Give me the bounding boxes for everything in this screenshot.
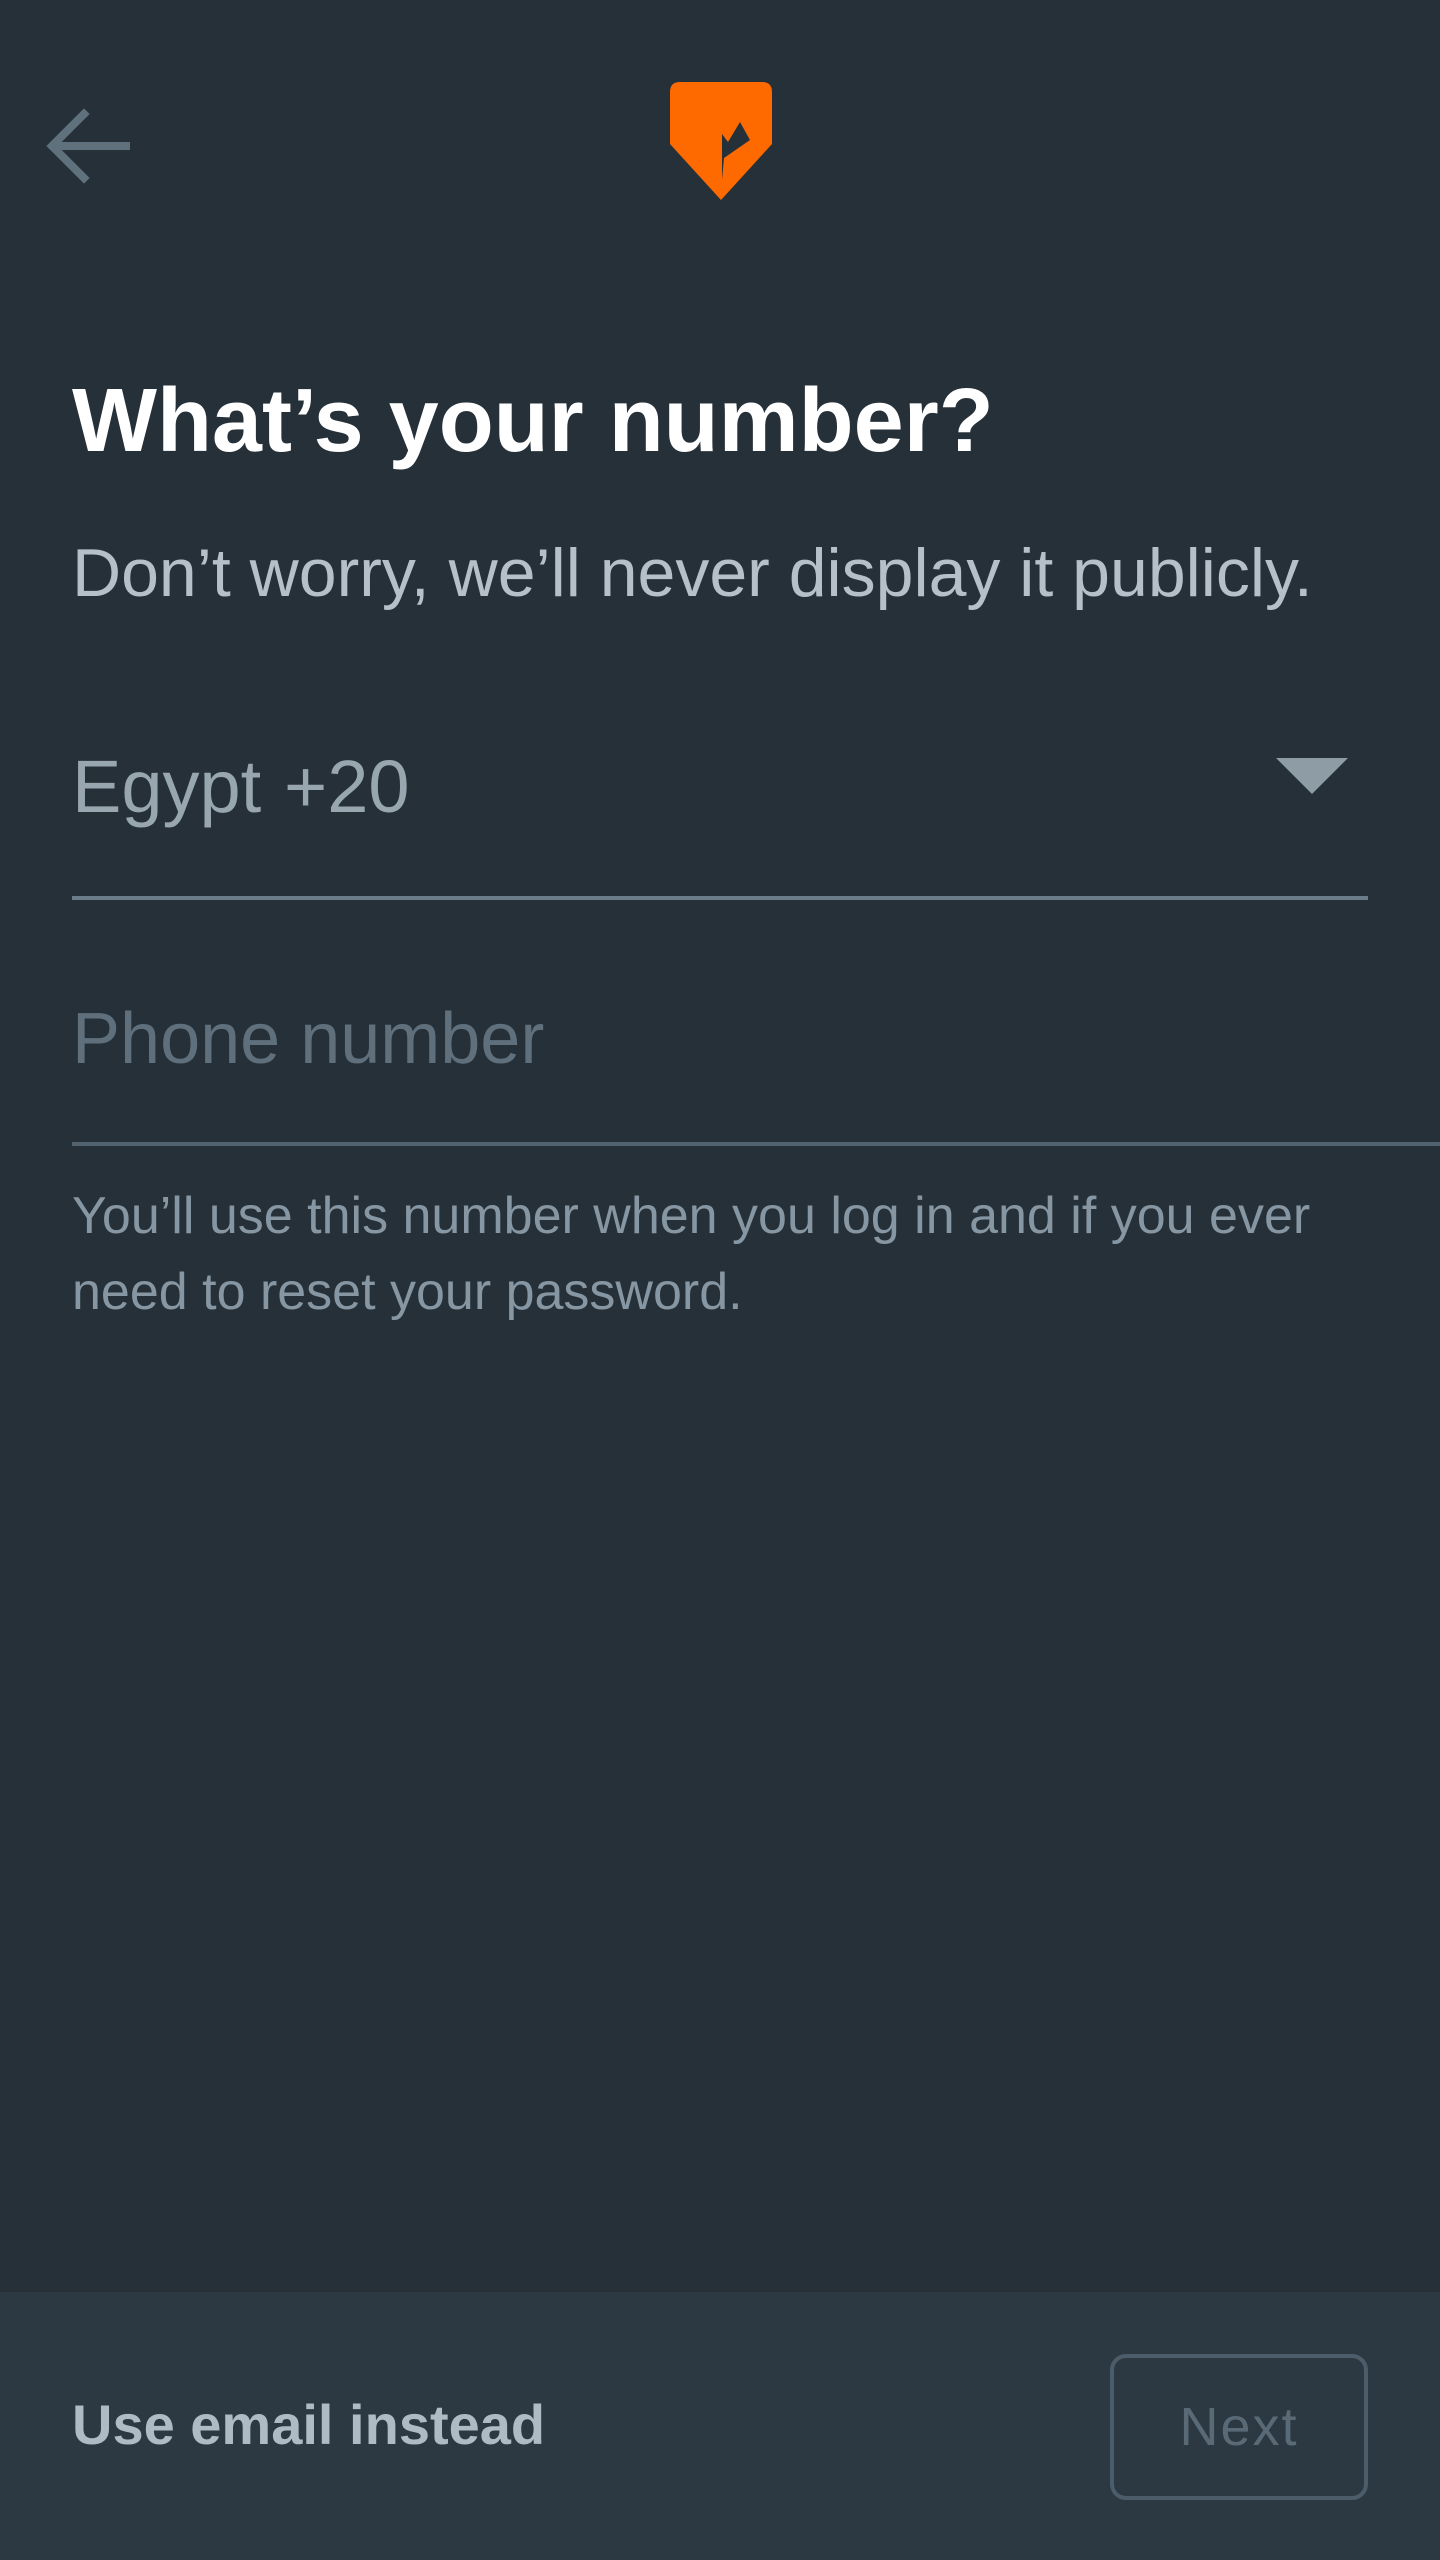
country-code-select[interactable]: Egypt +20	[72, 720, 1368, 900]
top-bar	[0, 0, 1440, 290]
back-button[interactable]	[28, 86, 148, 206]
country-name: Egypt	[72, 745, 262, 828]
helper-text: You’ll use this number when you log in a…	[72, 1187, 1311, 1321]
app-logo-icon	[670, 82, 772, 200]
arrow-left-icon	[46, 108, 130, 184]
bottom-bar: Use email instead Next	[0, 2292, 1440, 2560]
use-email-instead-link[interactable]: Use email instead	[72, 2392, 545, 2457]
phone-number-input[interactable]	[72, 984, 1362, 1094]
page-subtitle: Don’t worry, we’ll never display it publ…	[72, 535, 1313, 611]
phone-number-field	[72, 960, 1440, 1146]
caret-down-icon	[1276, 758, 1348, 794]
next-button[interactable]: Next	[1110, 2354, 1368, 2500]
dial-code: +20	[284, 745, 410, 828]
page-title: What’s your number?	[72, 371, 994, 471]
